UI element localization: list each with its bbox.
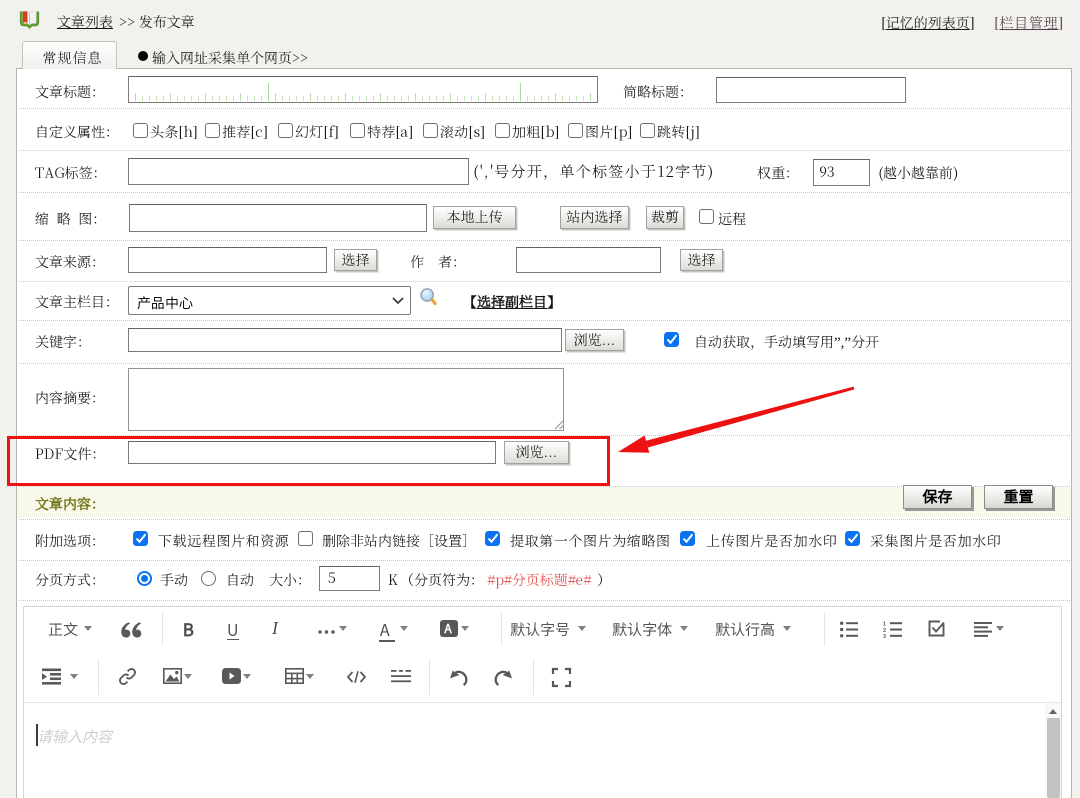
svg-text:2: 2 <box>883 628 886 634</box>
svg-text:1: 1 <box>883 622 886 628</box>
svg-text:3: 3 <box>883 634 886 640</box>
